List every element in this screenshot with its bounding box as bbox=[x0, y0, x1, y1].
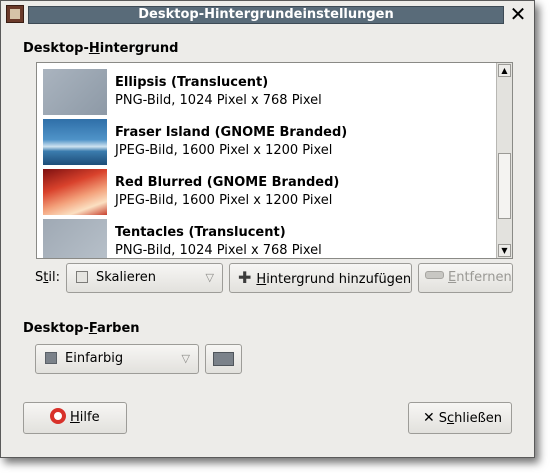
scroll-thumb[interactable] bbox=[498, 153, 511, 219]
color-square-icon bbox=[45, 352, 57, 364]
wallpaper-thumbnail bbox=[43, 169, 107, 215]
wallpaper-thumbnail bbox=[43, 219, 107, 258]
app-menu-icon[interactable] bbox=[6, 5, 24, 23]
style-value: Skalieren bbox=[96, 270, 157, 285]
wallpaper-list[interactable]: Ellipsis (Translucent) PNG-Bild, 1024 Pi… bbox=[36, 62, 513, 259]
chevron-down-icon: ▽ bbox=[181, 352, 190, 365]
scroll-down-icon[interactable]: ▼ bbox=[498, 244, 511, 257]
plus-icon: ✚ bbox=[238, 268, 252, 287]
close-button[interactable]: ✕ Schließen bbox=[408, 402, 512, 434]
combo-square-icon bbox=[76, 271, 88, 283]
colors-section-label: Desktop-Farben bbox=[23, 321, 140, 336]
window-title: Desktop-Hintergrundeinstellungen bbox=[28, 6, 504, 24]
style-label: Stil: bbox=[35, 270, 60, 285]
wallpaper-item[interactable]: Ellipsis (Translucent) PNG-Bild, 1024 Pi… bbox=[41, 67, 496, 117]
close-x-icon: ✕ bbox=[423, 410, 435, 426]
wallpaper-thumbnail bbox=[43, 69, 107, 115]
wallpaper-info: JPEG-Bild, 1600 Pixel x 1200 Pixel bbox=[115, 143, 333, 158]
wallpaper-title: Tentacles (Translucent) bbox=[115, 225, 286, 240]
background-section-label: Desktop-Hintergrund bbox=[23, 41, 179, 56]
wallpaper-title: Fraser Island (GNOME Branded) bbox=[115, 125, 348, 140]
wallpaper-item[interactable]: Red Blurred (GNOME Branded) JPEG-Bild, 1… bbox=[41, 167, 496, 217]
wallpaper-item[interactable]: Tentacles (Translucent) PNG-Bild, 1024 P… bbox=[41, 217, 496, 258]
remove-background-button[interactable]: Entfernen bbox=[418, 263, 513, 293]
chevron-down-icon: ▽ bbox=[205, 271, 214, 284]
wallpaper-info: PNG-Bild, 1024 Pixel x 768 Pixel bbox=[115, 243, 322, 258]
add-background-button[interactable]: ✚ Hintergrund hinzufügen bbox=[229, 263, 412, 293]
wallpaper-info: JPEG-Bild, 1600 Pixel x 1200 Pixel bbox=[115, 193, 333, 208]
wallpaper-info: PNG-Bild, 1024 Pixel x 768 Pixel bbox=[115, 93, 322, 108]
dialog-window: Desktop-Hintergrundeinstellungen ✕ Deskt… bbox=[0, 0, 535, 458]
color-picker-button[interactable] bbox=[205, 344, 242, 374]
wallpaper-title: Red Blurred (GNOME Branded) bbox=[115, 175, 340, 190]
scroll-up-icon[interactable]: ▲ bbox=[498, 64, 511, 77]
window-close-icon[interactable]: ✕ bbox=[508, 4, 528, 24]
wallpaper-item[interactable]: Fraser Island (GNOME Branded) JPEG-Bild,… bbox=[41, 117, 496, 167]
help-button[interactable]: Hilfe bbox=[23, 402, 127, 434]
color-mode-combo[interactable]: Einfarbig ▽ bbox=[35, 344, 199, 374]
remove-icon bbox=[425, 271, 444, 279]
lifebuoy-icon bbox=[50, 408, 66, 424]
color-swatch bbox=[213, 352, 234, 366]
wallpaper-title: Ellipsis (Translucent) bbox=[115, 75, 269, 90]
color-mode-value: Einfarbig bbox=[65, 351, 124, 366]
list-scrollbar[interactable]: ▲ ▼ bbox=[496, 63, 512, 258]
wallpaper-thumbnail bbox=[43, 119, 107, 165]
title-bar[interactable]: Desktop-Hintergrundeinstellungen ✕ bbox=[1, 1, 534, 27]
style-combo[interactable]: Skalieren ▽ bbox=[66, 263, 223, 293]
